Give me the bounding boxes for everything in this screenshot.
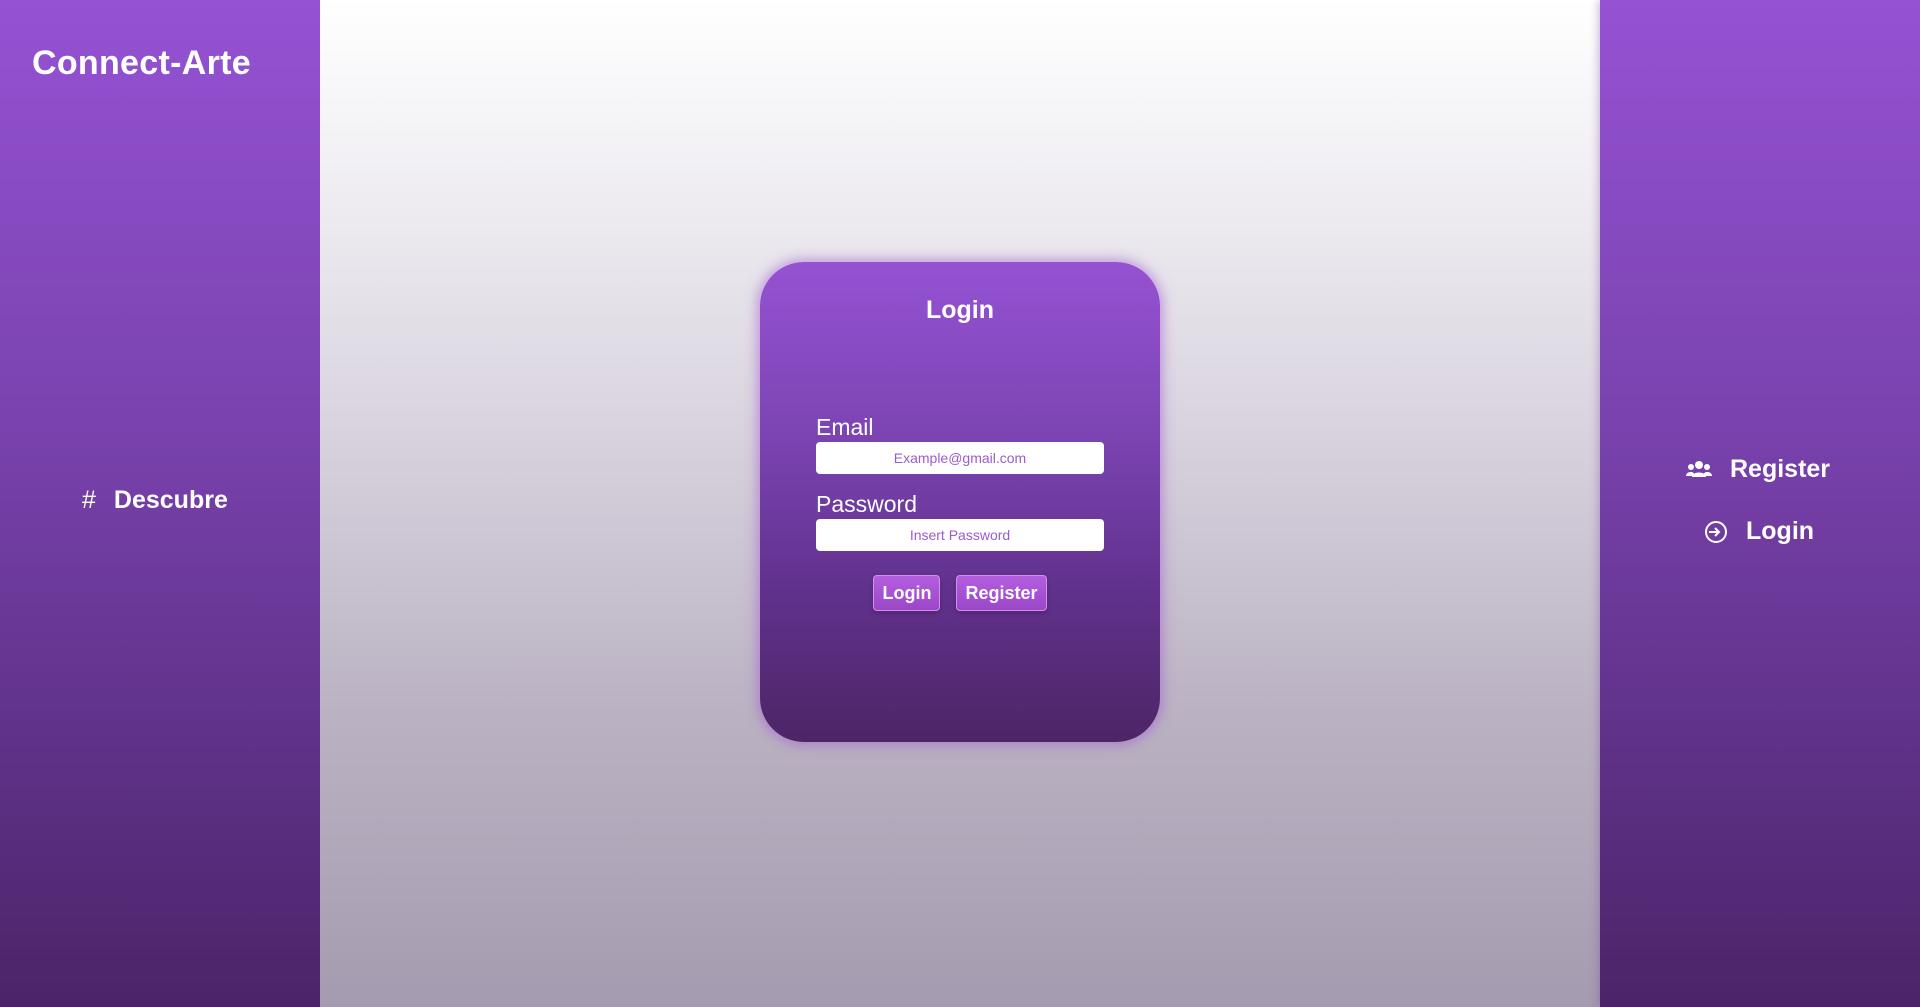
password-field[interactable] <box>816 519 1104 551</box>
users-icon <box>1686 460 1712 480</box>
email-label: Email <box>816 414 874 440</box>
login-icon <box>1704 520 1728 544</box>
nav-item-descubre[interactable]: # Descubre <box>82 486 228 515</box>
right-sidebar <box>1600 0 1920 1007</box>
nav-item-label: Login <box>1746 517 1815 545</box>
page: Connect-Arte # Descubre Login Email Pass… <box>0 0 1920 1007</box>
nav-item-label: Register <box>1730 455 1831 483</box>
login-button[interactable]: Login <box>873 575 941 611</box>
nav-item-register[interactable]: Register <box>1686 455 1830 484</box>
login-card-actions: Login Register <box>760 575 1160 611</box>
login-card: Login Email Password Login Register <box>760 262 1160 742</box>
left-sidebar: Connect-Arte # Descubre <box>0 0 320 1007</box>
email-field[interactable] <box>816 442 1104 474</box>
nav-item-label: Descubre <box>113 486 228 514</box>
password-label: Password <box>816 491 917 517</box>
brand-title[interactable]: Connect-Arte <box>32 44 251 83</box>
login-card-title: Login <box>925 296 995 324</box>
register-button[interactable]: Register <box>956 575 1047 611</box>
nav-item-login[interactable]: Login <box>1704 517 1814 546</box>
hash-icon: # <box>82 486 96 514</box>
